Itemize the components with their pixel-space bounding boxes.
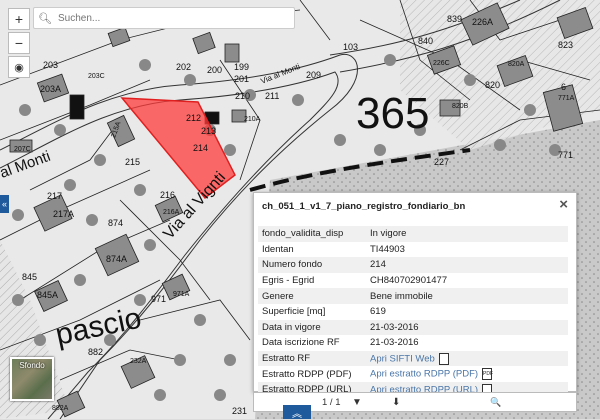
search-icon: 🔍︎ <box>38 12 52 25</box>
table-row: Data iscrizione RF 21-03-2016 <box>258 335 568 351</box>
label-820: 820 <box>485 80 500 90</box>
search-box[interactable]: 🔍︎ <box>33 7 295 29</box>
locate-button[interactable]: ◉ <box>8 56 30 78</box>
table-row: Genere Bene immobile <box>258 288 568 304</box>
table-row: Estratto RF Apri SIFTI Web <box>258 350 568 367</box>
attribute-value: 619 <box>370 306 386 318</box>
zoom-out-button[interactable]: − <box>8 32 30 54</box>
expand-panel-button[interactable]: ︽ <box>283 405 311 420</box>
pdf-icon: PDF <box>482 368 493 381</box>
attribute-value: 21-03-2016 <box>370 321 419 333</box>
label-214: 214 <box>193 143 208 153</box>
table-row: Identan TI44903 <box>258 242 568 258</box>
label-215: 215 <box>125 157 140 167</box>
attribute-value: TI44903 <box>370 243 405 255</box>
label-820B: 820B <box>452 103 469 110</box>
label-971A: 971A <box>173 291 190 298</box>
label-207C: 207C <box>14 146 31 153</box>
label-210: 210 <box>235 91 250 101</box>
label-232A: 232A <box>130 358 147 365</box>
table-row: Data in vigore 21-03-2016 <box>258 319 568 336</box>
basemap-label: Sfondo <box>19 361 45 370</box>
download-icon[interactable]: ⬇ <box>392 397 400 408</box>
label-845: 845 <box>22 272 37 282</box>
label-771A: 771A <box>558 95 575 102</box>
sifti-web-link[interactable]: Apri SIFTI Web <box>370 353 435 364</box>
label-771: 771 <box>558 150 573 160</box>
label-231: 231 <box>232 406 247 416</box>
label-971: 971 <box>151 294 166 304</box>
attribute-key: Estratto RF <box>262 353 311 365</box>
label-210A: 210A <box>244 116 261 123</box>
label-211: 211 <box>265 91 279 101</box>
label-226C: 226C <box>433 60 450 67</box>
label-839: 839 <box>447 14 462 24</box>
attribute-key: Estratto RDPP (PDF) <box>262 368 352 380</box>
attribute-key: Egris - Egrid <box>262 275 315 287</box>
table-row: Estratto RDPP (PDF) Apri estratto RDPP (… <box>258 366 568 382</box>
label-365: 365 <box>356 89 429 138</box>
label-217A: 217A <box>53 209 74 219</box>
table-row: Superficie [mq] 619 <box>258 304 568 320</box>
filter-icon[interactable]: ▼ <box>352 397 362 408</box>
label-823: 823 <box>558 40 573 50</box>
label-845A: 845A <box>37 290 58 300</box>
label-840: 840 <box>418 36 433 46</box>
label-202: 202 <box>176 62 191 72</box>
label-203C: 203C <box>88 73 105 80</box>
attribute-key: Superficie [mq] <box>262 306 326 318</box>
zoom-to-feature-icon[interactable]: 🔍 <box>490 397 501 408</box>
label-203: 203 <box>43 60 58 70</box>
table-row: fondo_validita_disp In vigore <box>258 226 568 242</box>
table-row: Egris - Egrid CH840702901477 <box>258 273 568 289</box>
attribute-value: 21-03-2016 <box>370 337 419 349</box>
attribute-value: CH840702901477 <box>370 275 448 287</box>
table-row: Numero fondo 214 <box>258 257 568 273</box>
attribute-key: Genere <box>262 290 294 302</box>
pager-text: 1 / 1 <box>322 396 341 408</box>
attribute-table: fondo_validita_disp In vigore Identan TI… <box>258 226 568 398</box>
attribute-value: 214 <box>370 259 386 271</box>
label-226A: 226A <box>472 17 493 27</box>
label-882: 882 <box>88 347 103 357</box>
label-882A: 882A <box>52 405 69 412</box>
label-820A: 820A <box>508 61 525 68</box>
label-227: 227 <box>434 157 449 167</box>
attribute-value: In vigore <box>370 228 407 240</box>
label-199: 199 <box>234 62 249 72</box>
rdpp-pdf-link[interactable]: Apri estratto RDPP (PDF) <box>370 369 478 380</box>
label-217: 217 <box>47 191 62 201</box>
label-213: 213 <box>201 126 216 136</box>
attribute-key: Data in vigore <box>262 321 321 333</box>
label-216: 216 <box>160 190 175 200</box>
label-874A: 874A <box>106 254 127 264</box>
attribute-key: fondo_validita_disp <box>262 228 344 240</box>
attribute-key: Identan <box>262 243 294 255</box>
label-212: 212 <box>186 113 201 123</box>
label-874: 874 <box>108 218 123 228</box>
label-203A: 203A <box>40 84 61 94</box>
document-icon <box>438 352 449 365</box>
attribute-value: Bene immobile <box>370 290 433 302</box>
popup-title: ch_051_1_v1_7_piano_registro_fondiario_b… <box>262 201 466 212</box>
feature-info-popup: ch_051_1_v1_7_piano_registro_fondiario_b… <box>253 192 577 398</box>
basemap-switcher[interactable]: Sfondo <box>10 357 54 401</box>
label-200: 200 <box>207 65 222 75</box>
side-panel-toggle[interactable]: « <box>0 195 9 213</box>
zoom-in-button[interactable]: + <box>8 8 30 30</box>
label-201: 201 <box>234 74 249 84</box>
attribute-key: Numero fondo <box>262 259 323 271</box>
label-6: 6 <box>561 82 566 92</box>
close-icon[interactable]: × <box>559 196 568 213</box>
search-input[interactable] <box>56 11 280 25</box>
label-209: 209 <box>306 70 321 80</box>
attribute-key: Data iscrizione RF <box>262 337 340 349</box>
label-103: 103 <box>343 42 358 52</box>
